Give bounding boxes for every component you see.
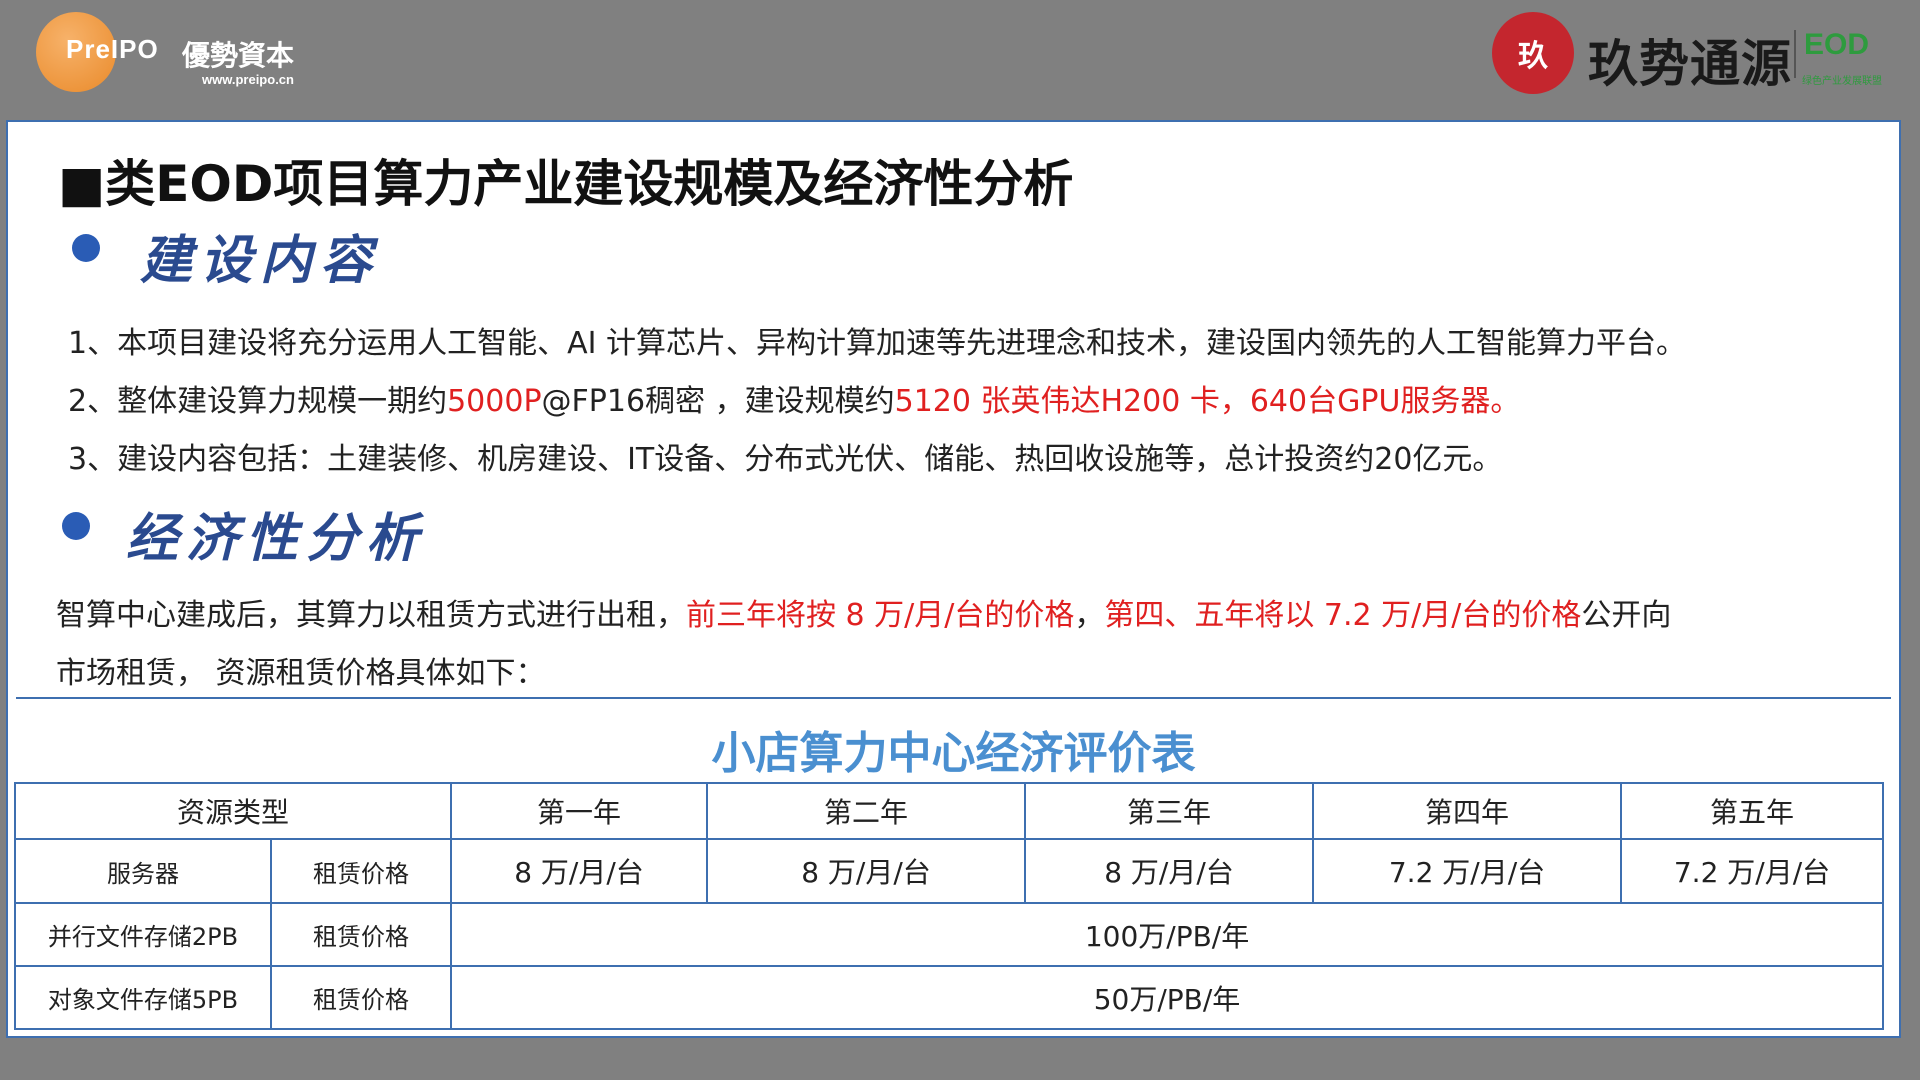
table-row: 服务器 租赁价格 8 万/月/台 8 万/月/台 8 万/月/台 7.2 万/月… [14, 838, 1885, 904]
row-metric: 租赁价格 [269, 838, 453, 904]
row-metric: 租赁价格 [269, 965, 453, 1030]
object-storage-price: 50万/PB/年 [450, 965, 1885, 1030]
eod-subtitle: 绿色产业发展联盟 [1802, 76, 1882, 87]
header-year-5: 第五年 [1620, 782, 1885, 840]
header-resource-type: 资源类型 [13, 782, 453, 840]
page-title: ■类EOD项目算力产业建设规模及经济性分析 [58, 155, 1074, 213]
header-year-1: 第一年 [450, 782, 709, 840]
row-metric: 租赁价格 [269, 902, 453, 967]
header-year-2: 第二年 [706, 782, 1027, 840]
server-price-year-2: 8 万/月/台 [706, 838, 1027, 904]
evaluation-table: 资源类型 第一年 第二年 第三年 第四年 第五年 服务器 租赁价格 8 万/月/… [13, 782, 1885, 1030]
table-row: 对象文件存储5PB 租赁价格 50万/PB/年 [14, 965, 1885, 1030]
table-title: 小店算力中心经济评价表 [711, 728, 1196, 779]
server-price-year-5: 7.2 万/月/台 [1620, 838, 1885, 904]
preipo-brand: PreIPO [66, 34, 159, 64]
preipo-url: www.preipo.cn [202, 72, 294, 87]
construction-item-3: 3、建设内容包括：土建装修、机房建设、IT设备、分布式光伏、储能、热回收设施等，… [68, 442, 1503, 477]
divider [16, 697, 1891, 699]
eod-logo: EOD [1804, 28, 1870, 61]
parallel-storage-price: 100万/PB/年 [450, 902, 1885, 967]
server-price-year-4: 7.2 万/月/台 [1312, 838, 1623, 904]
row-type-parallel-storage: 并行文件存储2PB [14, 902, 272, 967]
preipo-name-cn: 優勢資本 [182, 39, 295, 72]
table-header-row: 资源类型 第一年 第二年 第三年 第四年 第五年 [13, 782, 1885, 840]
construction-item-2: 2、整体建设算力规模一期约5000P@FP16稠密 ，建设规模约5120 张英伟… [68, 384, 1521, 419]
jiushi-name: 玖势通源 [1588, 34, 1792, 93]
jiushi-logo: 玖 玖势通源 EOD 绿色产业发展联盟 [1492, 10, 1892, 100]
table-row: 并行文件存储2PB 租赁价格 100万/PB/年 [14, 902, 1885, 967]
section-heading-economics: 经济性分析 [126, 508, 427, 569]
construction-item-1: 1、本项目建设将充分运用人工智能、AI 计算芯片、异构计算加速等先进理念和技术，… [68, 326, 1686, 361]
server-price-year-1: 8 万/月/台 [450, 838, 709, 904]
preipo-logo: PreIPO 優勢資本 www.preipo.cn [36, 8, 316, 96]
seal-icon: 玖 [1492, 12, 1574, 94]
header-year-4: 第四年 [1312, 782, 1623, 840]
header-year-3: 第三年 [1024, 782, 1315, 840]
bullet-icon [62, 512, 90, 540]
economics-text-line-2: 市场租赁， 资源租赁价格具体如下： [56, 656, 546, 691]
row-type-server: 服务器 [14, 838, 272, 904]
server-price-year-3: 8 万/月/台 [1024, 838, 1315, 904]
economics-text-line-1: 智算中心建成后，其算力以租赁方式进行出租，前三年将按 8 万/月/台的价格，第四… [56, 598, 1672, 633]
bullet-icon [72, 234, 100, 262]
section-heading-construction: 建设内容 [140, 230, 381, 291]
logo-divider [1794, 30, 1796, 78]
row-type-object-storage: 对象文件存储5PB [14, 965, 272, 1030]
